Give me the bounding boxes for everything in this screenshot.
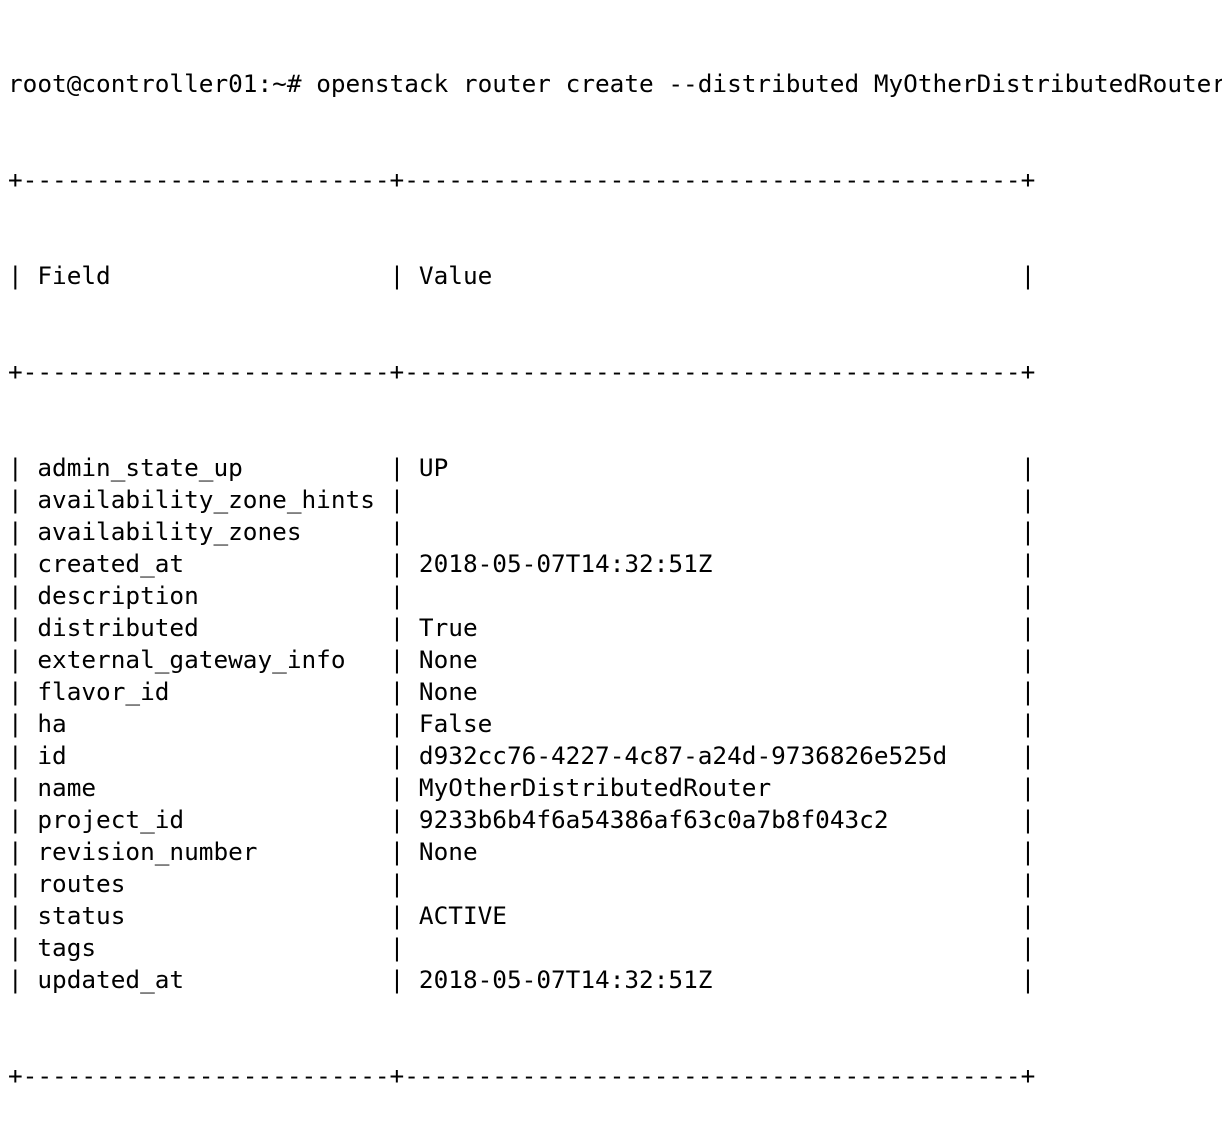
table-row: | created_at | 2018-05-07T14:32:51Z |: [8, 549, 1036, 578]
value-cell: 2018-05-07T14:32:51Z: [418, 549, 1006, 578]
table-row: | updated_at | 2018-05-07T14:32:51Z |: [8, 965, 1036, 994]
table-bottom-border: +-------------------------+-------------…: [8, 1061, 1036, 1090]
field-cell: created_at: [37, 549, 375, 578]
terminal-window[interactable]: root@controller01:~# openstack router cr…: [0, 0, 1222, 1090]
table-row: | admin_state_up | UP |: [8, 453, 1036, 482]
table-row: | distributed | True |: [8, 613, 1036, 642]
value-cell: None: [418, 837, 1006, 866]
table-row: | ha | False |: [8, 709, 1036, 738]
table-row: | status | ACTIVE |: [8, 901, 1036, 930]
value-cell: MyOtherDistributedRouter: [418, 773, 1006, 802]
field-cell: availability_zone_hints: [37, 485, 375, 514]
value-cell: 2018-05-07T14:32:51Z: [418, 965, 1006, 994]
table-row: | tags | |: [8, 933, 1036, 962]
table-top-border: +-------------------------+-------------…: [8, 165, 1036, 194]
table-header-row: | Field | Value |: [8, 261, 1036, 290]
value-cell: [419, 581, 1006, 610]
field-cell: revision_number: [37, 837, 375, 866]
table-header-border: +-------------------------+-------------…: [8, 357, 1036, 386]
field-cell: external_gateway_info: [37, 645, 375, 674]
value-cell: 9233b6b4f6a54386af63c0a7b8f043c2: [418, 805, 1006, 834]
table-row: | availability_zones | |: [8, 517, 1036, 546]
value-column-header: Value: [418, 261, 1006, 290]
command-text: openstack router create --distributed My…: [316, 69, 1222, 98]
value-cell: d932cc76-4227-4c87-a24d-9736826e525d: [418, 741, 1006, 770]
table-row: | revision_number | None |: [8, 837, 1036, 866]
field-cell: description: [37, 581, 375, 610]
field-cell: routes: [37, 869, 375, 898]
table-row: | description | |: [8, 581, 1036, 610]
value-cell: None: [418, 677, 1006, 706]
field-cell: project_id: [37, 805, 375, 834]
value-cell: [419, 517, 1006, 546]
field-cell: ha: [37, 709, 375, 738]
table-body: | admin_state_up | UP | | availability_zo…: [8, 452, 1222, 996]
table-row: | name | MyOtherDistributedRouter |: [8, 773, 1036, 802]
value-cell: [419, 485, 1006, 514]
value-cell: [419, 933, 1006, 962]
field-cell: flavor_id: [37, 677, 375, 706]
value-cell: True: [418, 613, 1006, 642]
field-cell: id: [37, 741, 375, 770]
field-cell: name: [37, 773, 375, 802]
value-cell: ACTIVE: [418, 901, 1006, 930]
table-row: | external_gateway_info | None |: [8, 645, 1036, 674]
value-cell: None: [418, 645, 1006, 674]
value-cell: [419, 869, 1006, 898]
field-cell: tags: [37, 933, 375, 962]
table-row: | project_id | 9233b6b4f6a54386af63c0a7b…: [8, 805, 1036, 834]
field-cell: admin_state_up: [37, 453, 375, 482]
field-cell: updated_at: [37, 965, 375, 994]
field-column-header: Field: [37, 261, 375, 290]
command-line: root@controller01:~# openstack router cr…: [8, 68, 1222, 100]
value-cell: False: [418, 709, 1006, 738]
table-row: | availability_zone_hints | |: [8, 485, 1036, 514]
table-row: | routes | |: [8, 869, 1036, 898]
value-cell: UP: [418, 453, 1006, 482]
field-cell: availability_zones: [37, 517, 375, 546]
field-cell: status: [37, 901, 375, 930]
table-row: | flavor_id | None |: [8, 677, 1036, 706]
shell-prompt: root@controller01:~#: [8, 69, 302, 98]
table-row: | id | d932cc76-4227-4c87-a24d-9736826e5…: [8, 741, 1036, 770]
field-cell: distributed: [37, 613, 375, 642]
